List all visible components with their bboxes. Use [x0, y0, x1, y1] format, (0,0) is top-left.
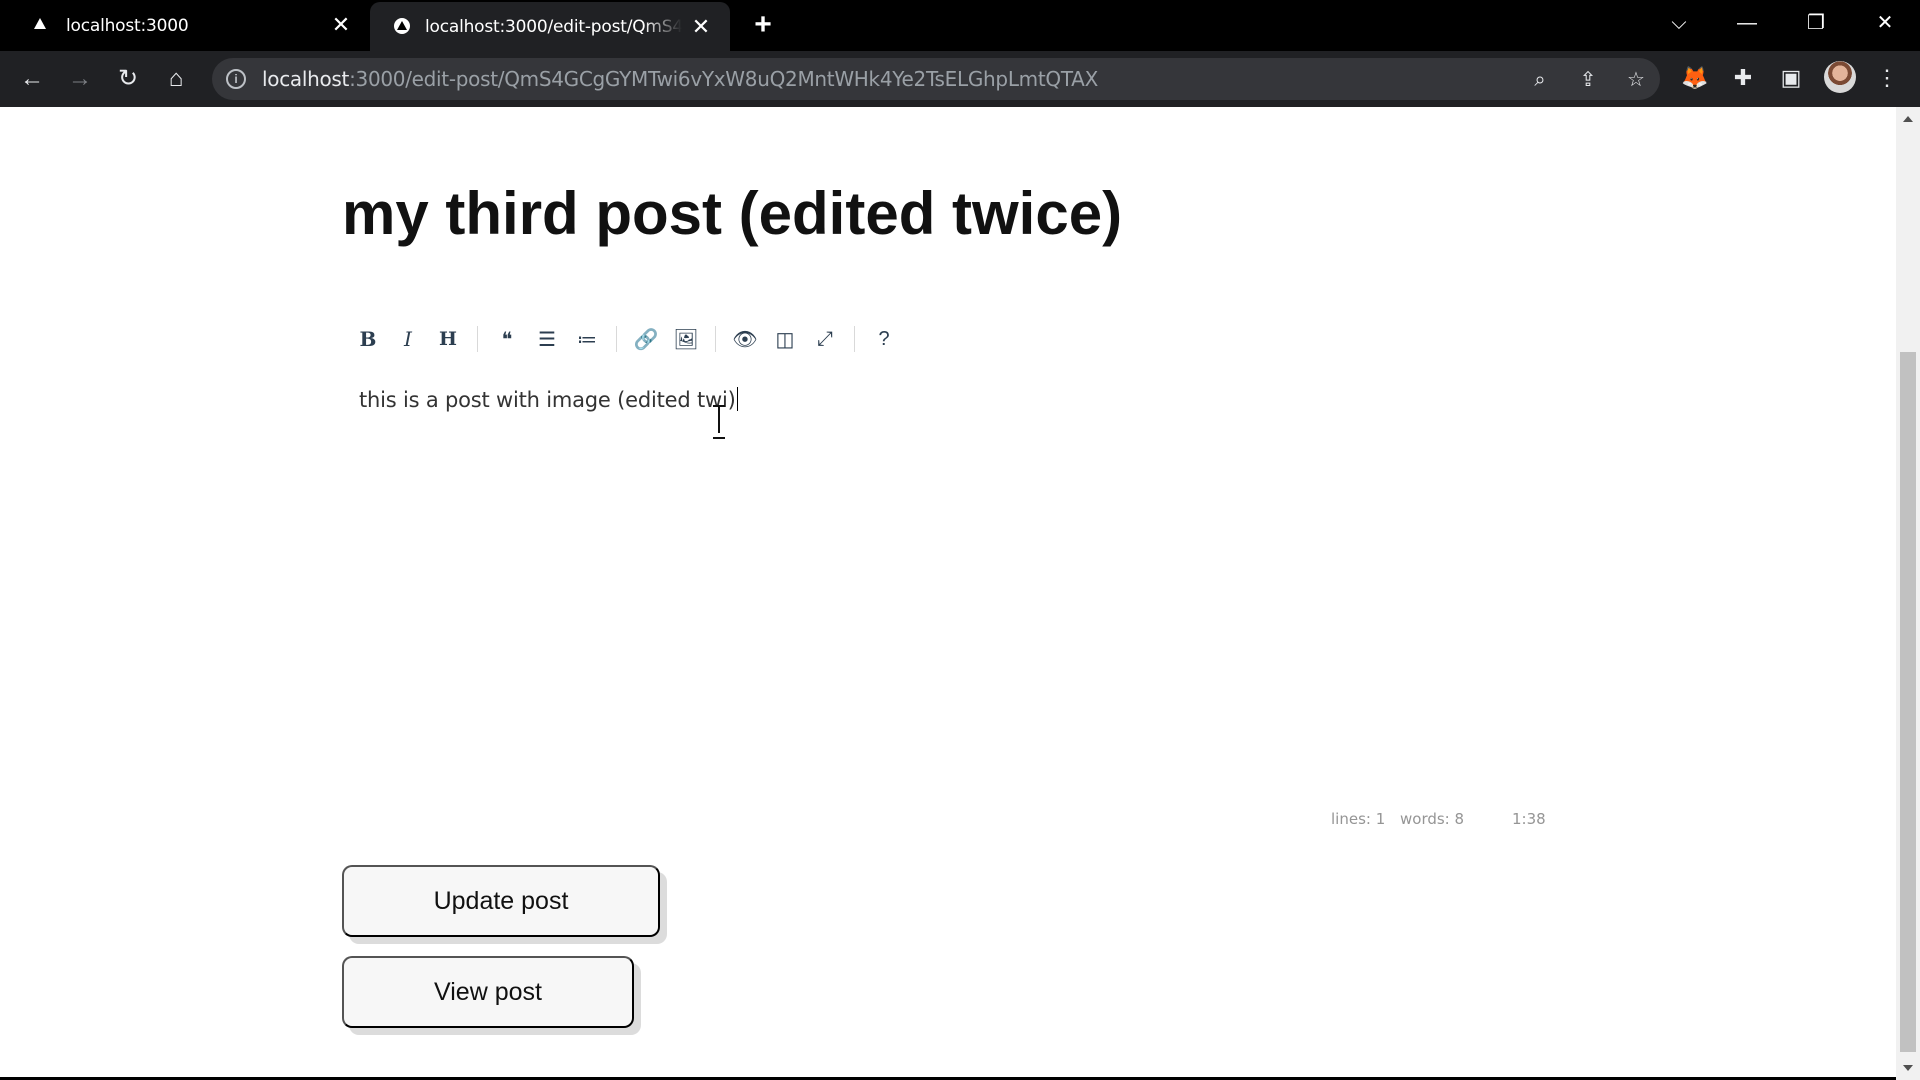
reload-icon[interactable]: ↻ [112, 63, 144, 95]
back-icon[interactable]: ← [16, 63, 48, 95]
vercel-triangle-icon [34, 18, 46, 29]
link-button[interactable]: 🔗 [626, 320, 666, 358]
metamask-fox-icon[interactable]: 🦊 [1680, 63, 1710, 93]
url-text[interactable]: localhost:3000/edit-post/QmS4GCgGYMTwi6v… [262, 67, 1098, 91]
guide-button[interactable]: ? [864, 320, 904, 358]
window-close-icon[interactable]: ✕ [1865, 8, 1905, 38]
zoom-icon[interactable]: ⌕ [1528, 68, 1552, 92]
status-lines: lines: 1 [1331, 810, 1386, 828]
bold-button[interactable]: B [348, 320, 388, 358]
tab-title: localhost:3000 [66, 15, 189, 36]
status-words: words: 8 [1400, 810, 1465, 828]
toolbar-separator [715, 326, 716, 352]
italic-button[interactable]: I [388, 320, 428, 358]
minimize-icon[interactable]: — [1727, 8, 1767, 38]
toolbar-separator [854, 326, 855, 352]
browser-toolbar: ← → ↻ ⌂ i localhost:3000/edit-post/QmS4G… [0, 51, 1920, 107]
side-by-side-button[interactable]: ◫ [765, 320, 805, 358]
extensions-puzzle-icon[interactable]: ✚ [1728, 63, 1758, 93]
tab-close-icon[interactable]: ✕ [690, 16, 712, 38]
vercel-triangle-icon [394, 18, 410, 34]
kebab-menu-icon[interactable]: ⋮ [1872, 63, 1902, 93]
restore-icon[interactable]: ❐ [1796, 8, 1836, 38]
home-icon[interactable]: ⌂ [160, 63, 192, 95]
scrollbar-thumb[interactable] [1900, 352, 1916, 1052]
scroll-down-arrow-icon[interactable] [1903, 1065, 1913, 1071]
tab-edit-post[interactable]: localhost:3000/edit-post/QmS4GCgGYMTwi6v… [370, 2, 730, 51]
scroll-up-arrow-icon[interactable] [1903, 116, 1913, 122]
ordered-list-button[interactable]: ≔ [567, 320, 607, 358]
markdown-toolbar: B I H ❝ ☰ ≔ 🔗 🖼 👁 ◫ ⤢? [348, 314, 904, 364]
bookmark-star-icon[interactable]: ☆ [1624, 68, 1648, 92]
editor-body-text: this is a post with image (edited twi) [359, 388, 736, 412]
text-caret [736, 387, 738, 411]
toolbar-separator [477, 326, 478, 352]
editor-textarea[interactable]: this is a post with image (edited twi) [359, 387, 738, 412]
heading-button[interactable]: H [428, 320, 468, 358]
address-bar[interactable]: i localhost:3000/edit-post/QmS4GCgGYMTwi… [212, 58, 1660, 100]
quote-button[interactable]: ❝ [487, 320, 527, 358]
fullscreen-button[interactable]: ⤢ [805, 320, 845, 358]
url-host: localhost [262, 67, 350, 91]
profile-avatar[interactable] [1824, 61, 1856, 93]
page-content: my third post (edited twice) B I H ❝ ☰ ≔ 🔗 🖼 👁 ◫ ⤢… [0, 107, 1896, 1080]
text-cursor-ibeam-icon [711, 405, 727, 439]
status-cursor: 1:38 [1512, 810, 1546, 828]
url-path: :3000/edit-post/QmS4GCgGYMTwi6vYxW8uQ2Mn… [349, 67, 1098, 91]
preview-button[interactable]: 👁 [725, 320, 765, 358]
tab-search-chevron-icon[interactable]: ⌵ [1659, 8, 1699, 38]
update-post-button[interactable]: Update post [342, 865, 660, 937]
new-tab-plus-icon[interactable]: + [748, 10, 778, 40]
site-info-icon[interactable]: i [226, 69, 246, 89]
forward-icon[interactable]: → [64, 63, 96, 95]
tab-close-icon[interactable]: ✕ [330, 14, 352, 36]
unordered-list-button[interactable]: ☰ [527, 320, 567, 358]
page-scrollbar[interactable] [1896, 107, 1920, 1080]
share-icon[interactable]: ⇪ [1576, 68, 1600, 92]
tab-strip: localhost:3000 ✕ localhost:3000/edit-pos… [0, 0, 1920, 51]
side-panel-icon[interactable]: ▣ [1776, 63, 1806, 93]
post-title: my third post (edited twice) [342, 180, 1123, 247]
tab-title: localhost:3000/edit-post/QmS4GCgGYMTwi6v… [425, 16, 682, 37]
view-post-button[interactable]: View post [342, 956, 634, 1028]
toolbar-separator [616, 326, 617, 352]
image-button[interactable]: 🖼 [666, 320, 706, 358]
tab-localhost[interactable]: localhost:3000 ✕ [0, 0, 370, 51]
